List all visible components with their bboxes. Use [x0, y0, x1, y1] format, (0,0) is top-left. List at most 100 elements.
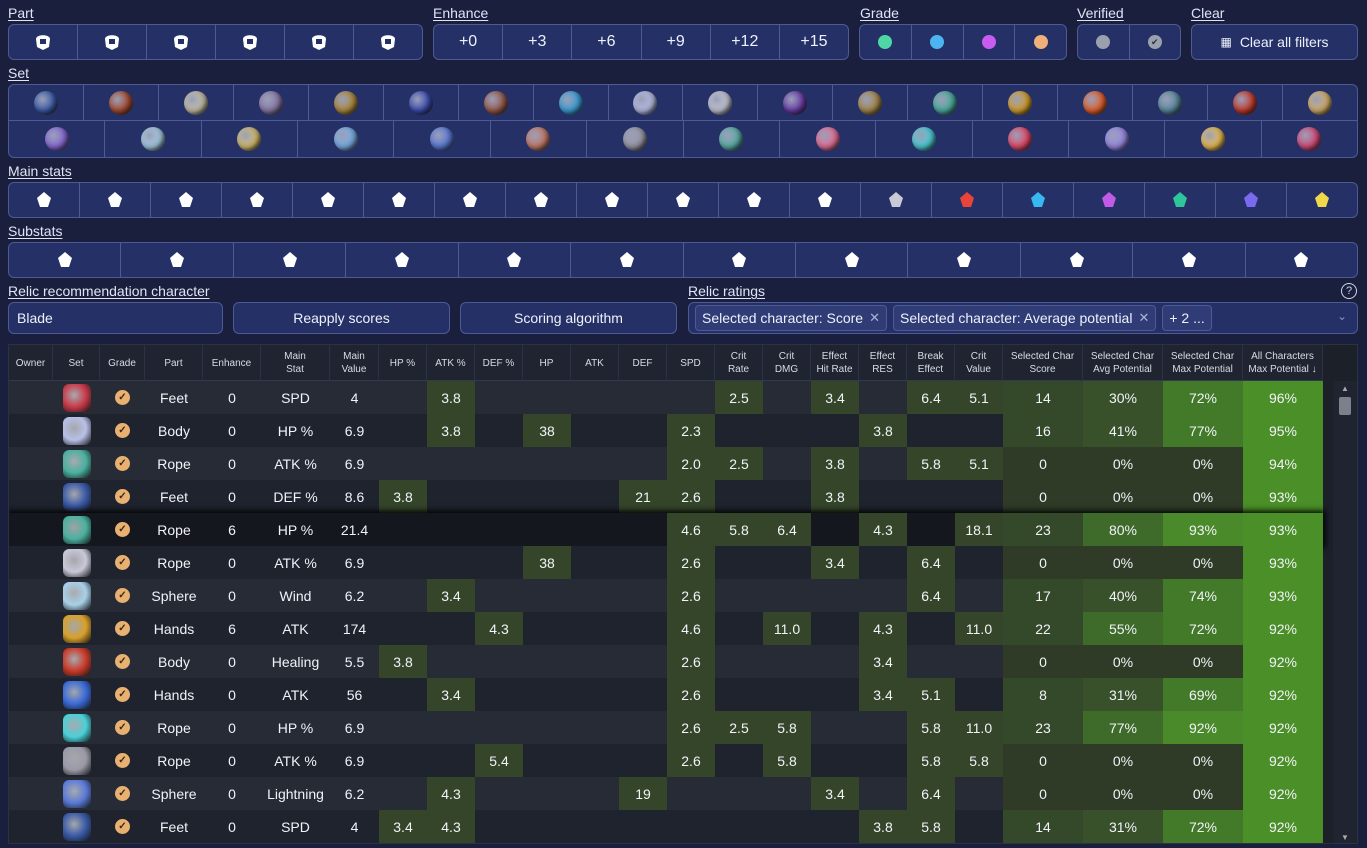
column-header[interactable]: SPD: [667, 345, 715, 381]
substat-option[interactable]: [1021, 243, 1134, 277]
column-header[interactable]: HP: [523, 345, 571, 381]
substat-option[interactable]: [459, 243, 572, 277]
table-row[interactable]: ✓ Sphere 0 Lightning 6.2 4.3 19 3.4 6.4 0 0% 0% 92%: [9, 777, 1323, 810]
set-filter-option[interactable]: [491, 121, 588, 157]
table-row[interactable]: ✓ Hands 0 ATK 56 3.4 2.6 3.4 5.1 8 31% 69% 92%: [9, 678, 1323, 711]
table-row[interactable]: ✓ Sphere 0 Wind 6.2 3.4 2.6 6.4 17 40% 74% 93%: [9, 579, 1323, 612]
grade-option[interactable]: [1015, 25, 1066, 59]
main-stat-option[interactable]: [932, 183, 1003, 217]
column-header[interactable]: Crit DMG: [763, 345, 811, 381]
substat-option[interactable]: [908, 243, 1021, 277]
scroll-up-arrow[interactable]: ▲: [1341, 384, 1349, 393]
substat-option[interactable]: [234, 243, 347, 277]
table-row[interactable]: ✓ Rope 0 ATK % 6.9 2.0 2.5 3.8 5.8 5.1 0 0% 0% 94%: [9, 447, 1323, 480]
main-stat-option[interactable]: [1074, 183, 1145, 217]
substat-option[interactable]: [1133, 243, 1246, 277]
column-header[interactable]: All Characters Max Potential ↓: [1243, 345, 1323, 381]
set-filter-option[interactable]: [973, 121, 1069, 157]
column-header[interactable]: ATK %: [427, 345, 475, 381]
enhance-option[interactable]: +12: [711, 25, 780, 59]
column-header[interactable]: Owner: [9, 345, 53, 381]
column-header[interactable]: Crit Value: [955, 345, 1003, 381]
scroll-thumb[interactable]: [1339, 397, 1351, 415]
column-header[interactable]: ATK: [571, 345, 619, 381]
main-stat-option[interactable]: [151, 183, 222, 217]
main-stat-option[interactable]: [790, 183, 861, 217]
main-stat-option[interactable]: [1287, 183, 1357, 217]
main-stat-option[interactable]: [719, 183, 790, 217]
table-row[interactable]: ✓ Feet 0 DEF % 8.6 3.8 21 2.6 3.8 0 0% 0% 93%: [9, 480, 1323, 513]
verified-option[interactable]: ✔: [1130, 25, 1181, 59]
close-icon[interactable]: ✕: [1138, 310, 1149, 326]
substat-option[interactable]: [571, 243, 684, 277]
main-stat-option[interactable]: [577, 183, 648, 217]
set-filter-option[interactable]: [1283, 85, 1357, 120]
part-filter-orb-ring[interactable]: [285, 25, 354, 59]
set-filter-option[interactable]: [587, 121, 684, 157]
table-row[interactable]: ✓ Hands 6 ATK 174 4.3 4.6 11.0 4.3 11.0 22 55% 72% 92…: [9, 612, 1323, 645]
substat-option[interactable]: [121, 243, 234, 277]
chevron-down-icon[interactable]: ⌄: [1337, 309, 1347, 323]
column-header[interactable]: Selected Char Max Potential: [1163, 345, 1243, 381]
relic-ratings-select[interactable]: Selected character: Score ✕ Selected char…: [688, 302, 1358, 334]
reapply-scores-button[interactable]: Reapply scores: [233, 302, 450, 334]
substat-option[interactable]: [346, 243, 459, 277]
set-filter-option[interactable]: [298, 121, 395, 157]
set-filter-option[interactable]: [1133, 85, 1208, 120]
enhance-option[interactable]: +0: [434, 25, 504, 59]
column-header[interactable]: Enhance: [203, 345, 261, 381]
main-stat-option[interactable]: [861, 183, 932, 217]
set-filter-option[interactable]: [105, 121, 202, 157]
table-row[interactable]: ✓ Rope 0 ATK % 6.9 38 2.6 3.4 6.4 0 0% 0% 93%: [9, 546, 1323, 579]
help-icon[interactable]: ?: [1341, 283, 1357, 299]
column-header[interactable]: Part: [145, 345, 203, 381]
table-row[interactable]: ✓ Rope 0 ATK % 6.9 5.4 2.6 5.8 5.8 5.8 0 0% 0% 92%: [9, 744, 1323, 777]
part-filter-body-armor[interactable]: [147, 25, 216, 59]
column-header[interactable]: Selected Char Avg Potential: [1083, 345, 1163, 381]
scroll-down-arrow[interactable]: ▼: [1341, 833, 1349, 842]
table-row[interactable]: ✓ Body 0 Healing 5.5 3.8 2.6 3.4 0 0% 0% 92%: [9, 645, 1323, 678]
enhance-option[interactable]: +9: [642, 25, 711, 59]
substat-option[interactable]: [1246, 243, 1357, 277]
column-header[interactable]: Effect Hit Rate: [811, 345, 859, 381]
rating-chip-score[interactable]: Selected character: Score ✕: [695, 305, 887, 331]
main-stat-option[interactable]: [648, 183, 719, 217]
main-stat-option[interactable]: [293, 183, 364, 217]
main-stat-option[interactable]: [9, 183, 80, 217]
column-header[interactable]: Main Stat: [261, 345, 330, 381]
table-row[interactable]: ✓ Feet 0 SPD 4 3.4 4.3 3.8 5.8 14 31% 72% 92%: [9, 810, 1323, 843]
set-filter-option[interactable]: [1208, 85, 1283, 120]
set-filter-option[interactable]: [983, 85, 1059, 120]
main-stat-option[interactable]: [1003, 183, 1074, 217]
set-filter-option[interactable]: [234, 85, 309, 120]
set-filter-option[interactable]: [9, 85, 84, 120]
set-filter-option[interactable]: [1262, 121, 1357, 157]
main-stat-option[interactable]: [80, 183, 151, 217]
column-header[interactable]: DEF %: [475, 345, 523, 381]
column-header[interactable]: Main Value: [330, 345, 379, 381]
set-filter-option[interactable]: [609, 85, 684, 120]
set-filter-option[interactable]: [309, 85, 384, 120]
part-filter-boots[interactable]: [216, 25, 285, 59]
set-filter-option[interactable]: [908, 85, 984, 120]
set-filter-option[interactable]: [534, 85, 609, 120]
set-filter-option[interactable]: [1165, 121, 1262, 157]
part-filter-gloves[interactable]: [78, 25, 147, 59]
part-filter-rope[interactable]: [354, 25, 422, 59]
set-filter-option[interactable]: [758, 85, 834, 120]
rating-chip-more[interactable]: + 2 ...: [1162, 305, 1212, 331]
grade-option[interactable]: [964, 25, 1016, 59]
set-filter-option[interactable]: [1058, 85, 1134, 120]
column-header[interactable]: Set: [53, 345, 100, 381]
set-filter-option[interactable]: [84, 85, 159, 120]
column-header[interactable]: Selected Char Score: [1003, 345, 1083, 381]
column-header[interactable]: Break Effect: [907, 345, 955, 381]
enhance-option[interactable]: +6: [572, 25, 642, 59]
table-row[interactable]: ✓ Rope 0 HP % 6.9 2.6 2.5 5.8 5.8 11.0 23 77% 92% 92%: [9, 711, 1323, 744]
set-filter-option[interactable]: [394, 121, 491, 157]
main-stat-option[interactable]: [364, 183, 435, 217]
table-row[interactable]: ✓ Feet 0 SPD 4 3.8 2.5 3.4 6.4 5.1 14 30% 72% 96%: [9, 381, 1323, 414]
main-stat-option[interactable]: [1216, 183, 1287, 217]
column-header[interactable]: Crit Rate: [715, 345, 763, 381]
column-header[interactable]: HP %: [379, 345, 427, 381]
